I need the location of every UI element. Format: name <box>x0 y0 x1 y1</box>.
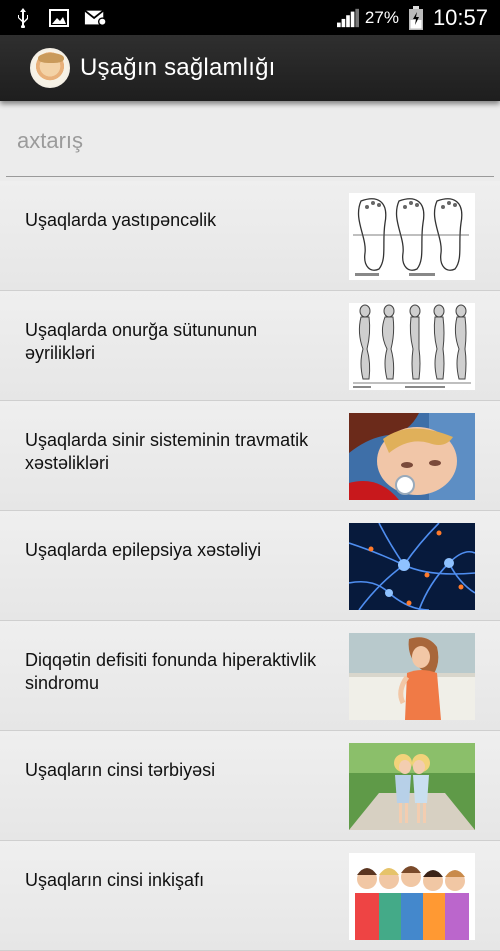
list-item[interactable]: Uşaqlarda sinir sisteminin travmatik xəs… <box>0 401 500 511</box>
battery-icon <box>405 5 427 30</box>
article-list: Uşaqlarda yastıpəncəlik Uşaqlarda onurğa… <box>0 181 500 951</box>
search-bar <box>0 101 500 181</box>
list-item-label: Uşaqlarda epilepsiya xəstəliyi <box>25 540 262 560</box>
image-icon <box>48 8 70 28</box>
list-item-label: Uşaqlarda sinir sisteminin travmatik xəs… <box>25 430 309 473</box>
list-item-label: Diqqətin defisiti fonunda hiperaktivlik … <box>25 650 317 693</box>
crying-child-photo <box>349 413 475 500</box>
app-title: Uşağın sağlamlığı <box>80 54 276 81</box>
list-item[interactable]: Uşaqlarda onurğa sütununun əyrilikləri <box>0 291 500 401</box>
clock: 10:57 <box>432 4 488 30</box>
spine-posture-diagram <box>349 303 475 390</box>
list-item-label: Uşaqlarda onurğa sütununun əyrilikləri <box>25 320 258 363</box>
search-input[interactable] <box>6 119 494 177</box>
neurons-photo <box>349 523 475 610</box>
group-of-kids-photo <box>349 853 475 940</box>
baby-face-icon[interactable] <box>30 48 70 88</box>
list-item[interactable]: Uşaqların cinsi tərbiyəsi <box>0 731 500 841</box>
list-item[interactable]: Uşaqlarda epilepsiya xəstəliyi <box>0 511 500 621</box>
list-item[interactable]: Diqqətin defisiti fonunda hiperaktivlik … <box>0 621 500 731</box>
kissing-children-photo <box>349 743 475 830</box>
signal-icon <box>336 8 359 28</box>
status-bar: 27% 10:57 <box>0 0 500 35</box>
mail-icon <box>84 8 106 28</box>
usb-icon <box>12 7 34 28</box>
list-item-label: Uşaqlarda yastıpəncəlik <box>25 210 217 230</box>
battery-percent: 27% <box>364 7 399 27</box>
list-item[interactable]: Uşaqların cinsi inkişafı <box>0 841 500 951</box>
list-item[interactable]: Uşaqlarda yastıpəncəlik <box>0 181 500 291</box>
list-item-label: Uşaqların cinsi tərbiyəsi <box>25 760 216 780</box>
action-bar: Uşağın sağlamlığı <box>0 35 500 101</box>
girl-by-wall-photo <box>349 633 475 720</box>
footprint-diagram <box>349 193 475 280</box>
